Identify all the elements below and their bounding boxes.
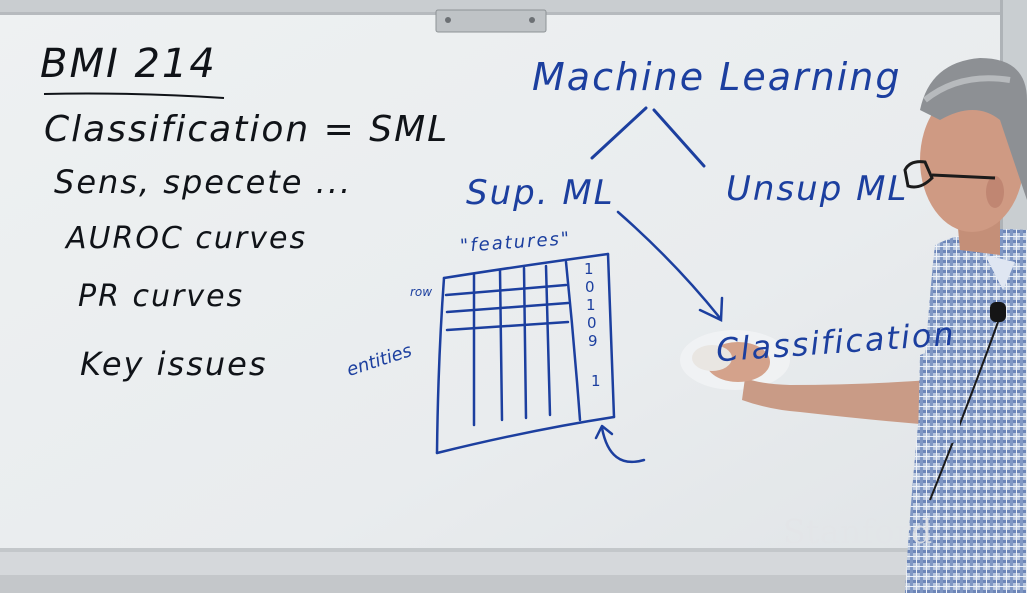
lecture-frame: BMI 214 Classification = SML Sens, spece… bbox=[0, 0, 1027, 593]
notes-line-pr-curves: PR curves bbox=[78, 279, 245, 314]
diagram-branch-unsupervised: Unsup ML bbox=[726, 169, 909, 209]
label-value: 1 bbox=[591, 372, 601, 390]
notes-line-sens-spec: Sens, specete ... bbox=[54, 163, 353, 201]
label-value: 9 bbox=[588, 332, 598, 350]
notes-line-key-issues: Key issues bbox=[80, 345, 268, 383]
label-value: 1 bbox=[584, 260, 594, 278]
row-label: row bbox=[410, 285, 433, 299]
course-title: BMI 214 bbox=[40, 41, 217, 87]
stanford-watermark: Stanford bbox=[783, 512, 933, 551]
label-value: 0 bbox=[585, 278, 595, 296]
diagram-branch-supervised: Sup. ML bbox=[466, 173, 615, 213]
label-value: 0 bbox=[587, 314, 597, 332]
notes-line-classification: Classification = SML bbox=[44, 109, 450, 150]
diagram-root-machine-learning: Machine Learning bbox=[532, 55, 902, 99]
notes-line-auroc: AUROC curves bbox=[66, 221, 308, 256]
label-value: 1 bbox=[586, 296, 596, 314]
